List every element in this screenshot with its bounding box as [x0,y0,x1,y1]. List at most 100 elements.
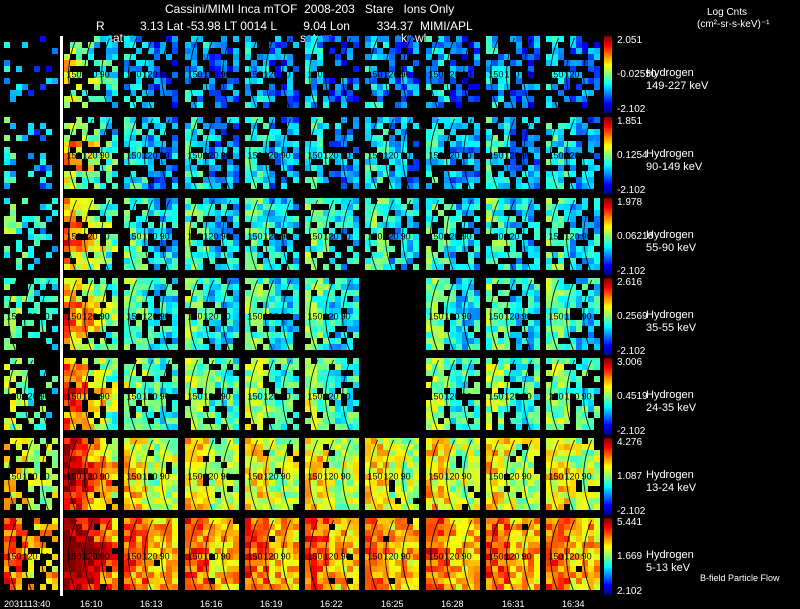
contour-label: 150 [489,552,504,562]
contour-label: 120 [83,552,98,562]
contour-label: 120 [565,232,580,242]
color-bar [604,518,612,595]
contour-label: 150 [7,312,22,322]
sky-map-panel: 150 120 90 [546,438,600,514]
contour-label: 120 [565,552,580,562]
contour-label: 90 [462,70,472,80]
contour-label: 150 [127,552,142,562]
contour-label: 150 [549,232,564,242]
contour-label: 90 [401,70,411,80]
contour-label: 150 [549,392,564,402]
sky-map-panel: 150 120 90 [426,278,480,354]
colorbar-min: -2.102 [617,346,646,357]
species-label: Hydrogen [646,389,694,401]
color-bar [604,36,612,113]
colorbar-min: 2.102 [617,586,643,597]
sky-map-panel: 150 120 90 [64,278,118,354]
contour-label: 90 [401,472,411,482]
contour-label: 150 [549,472,564,482]
contour-label: 150 [308,70,323,80]
contour-label: 120 [143,312,158,322]
contour-label: 150 [308,232,323,242]
sky-map-panel: 150 120 90 [546,518,600,594]
colorbar-mid: 0.1254 [617,150,648,161]
sky-map-panel [4,198,58,270]
contour-label: 90 [582,151,592,161]
energy-label: 13-24 keV [646,482,697,494]
contour-label: 120 [445,70,460,80]
species-label: Hydrogen [646,229,694,241]
sky-map-panel: 150 120 90 [245,278,299,354]
contour-label: 150 [489,392,504,402]
contour-label: 120 [565,151,580,161]
contour-label: 150 [188,70,203,80]
contour-label: 90 [40,312,50,322]
contour-label: 120 [23,312,38,322]
contour-label: 120 [565,472,580,482]
contour-label: 150 [67,70,82,80]
sky-map-panel: 150 120 90 [486,117,540,193]
energy-label: 149-227 keV [646,80,709,92]
contour-label: 90 [341,392,351,402]
contour-label: 120 [565,312,580,322]
contour-label: 150 [188,151,203,161]
contour-label: 90 [221,151,231,161]
contour-label: 150 [429,392,444,402]
contour-label: 120 [23,472,38,482]
contour-label: 90 [582,232,592,242]
color-bar [604,278,612,355]
colorbar-mid: 1.669 [617,551,643,562]
contour-label: 120 [23,552,38,562]
contour-label: 120 [143,232,158,242]
contour-label: 120 [204,392,219,402]
colorbar-min: -2.102 [617,266,646,277]
contour-label: 150 [188,312,203,322]
contour-label: 150 [549,312,564,322]
contour-label: 150 [549,151,564,161]
energy-label: 24-35 keV [646,402,697,414]
sky-map-panel: 150 120 90 [245,36,299,112]
contour-label: 120 [324,472,339,482]
contour-label: 90 [401,151,411,161]
contour-label: 150 [188,232,203,242]
color-bar [604,117,612,194]
contour-label: 150 [127,312,142,322]
contour-label: 90 [100,392,110,402]
sky-map-panel: 150 120 90 [185,438,239,514]
contour-label: 120 [83,392,98,402]
sky-map-panel: 150 120 90 [305,198,359,274]
contour-label: 150 [248,392,263,402]
contour-label: 120 [23,392,38,402]
contour-label: 150 [368,70,383,80]
contour-label: 120 [264,151,279,161]
colorbar-max: 5.441 [617,517,643,528]
contour-label: 120 [83,151,98,161]
contour-label: 120 [384,232,399,242]
contour-label: 90 [100,151,110,161]
contour-label: 120 [264,392,279,402]
contour-label: 120 [445,552,460,562]
contour-label: 150 [489,232,504,242]
colorbar-min: -2.102 [617,426,646,437]
sky-map-panel: 150 120 90 [426,198,480,274]
contour-label: 120 [143,70,158,80]
sky-map-panel: 150 120 90 [305,438,359,514]
contour-label: 120 [264,312,279,322]
contour-label: 120 [324,151,339,161]
contour-label: 120 [264,552,279,562]
contour-label: 90 [462,312,472,322]
contour-label: 90 [221,392,231,402]
contour-label: 120 [565,70,580,80]
contour-label: 90 [522,552,532,562]
sky-map-panel: 150 120 90 [4,518,58,594]
contour-label: 120 [264,70,279,80]
contour-label: 150 [429,552,444,562]
time-label: 16:25 [381,599,404,609]
contour-label: 90 [522,151,532,161]
sky-map-panel: 150 120 90 [124,36,178,112]
sky-map-panel: 150 120 90 [305,518,359,594]
colorbar-max: 1.978 [617,197,643,208]
sky-map-panel: 150 120 90 [124,438,178,514]
energy-label: 5-13 keV [646,562,691,574]
contour-label: 90 [341,312,351,322]
